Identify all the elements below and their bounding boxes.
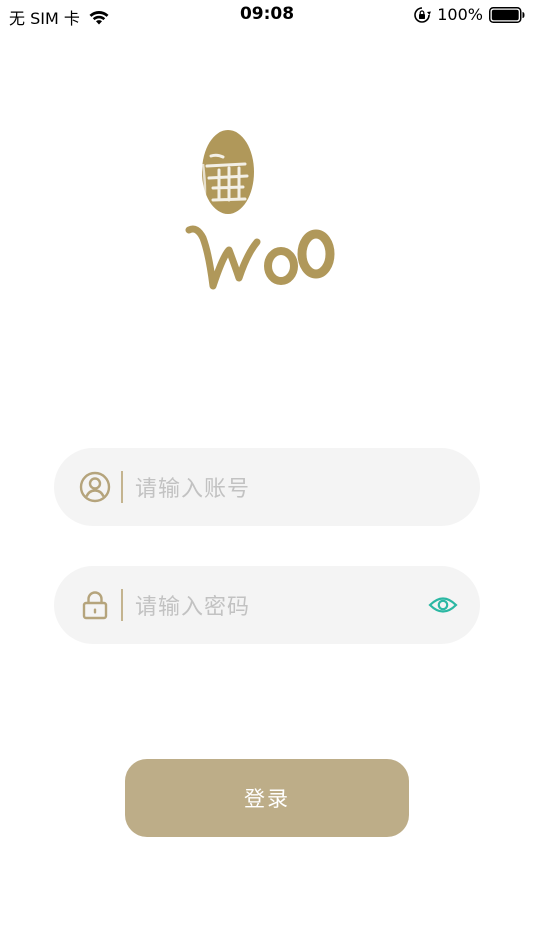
account-field[interactable]: 请输入账号 [54,448,480,526]
lock-icon [82,591,108,620]
eye-icon[interactable] [428,594,458,616]
status-bar: 无 SIM 卡 09:08 100% [0,0,534,30]
password-input[interactable]: 请输入密码 [135,589,428,621]
rotation-lock-icon [414,6,432,23]
woo-logo [185,130,335,290]
field-divider [121,471,123,503]
battery-icon [489,6,525,23]
account-input[interactable]: 请输入账号 [135,471,480,503]
login-button[interactable]: 登录 [125,759,409,837]
user-icon [79,471,111,503]
status-right: 100% [413,5,525,24]
battery-percent: 100% [437,5,483,24]
field-divider [121,589,123,621]
password-field[interactable]: 请输入密码 [54,566,480,644]
